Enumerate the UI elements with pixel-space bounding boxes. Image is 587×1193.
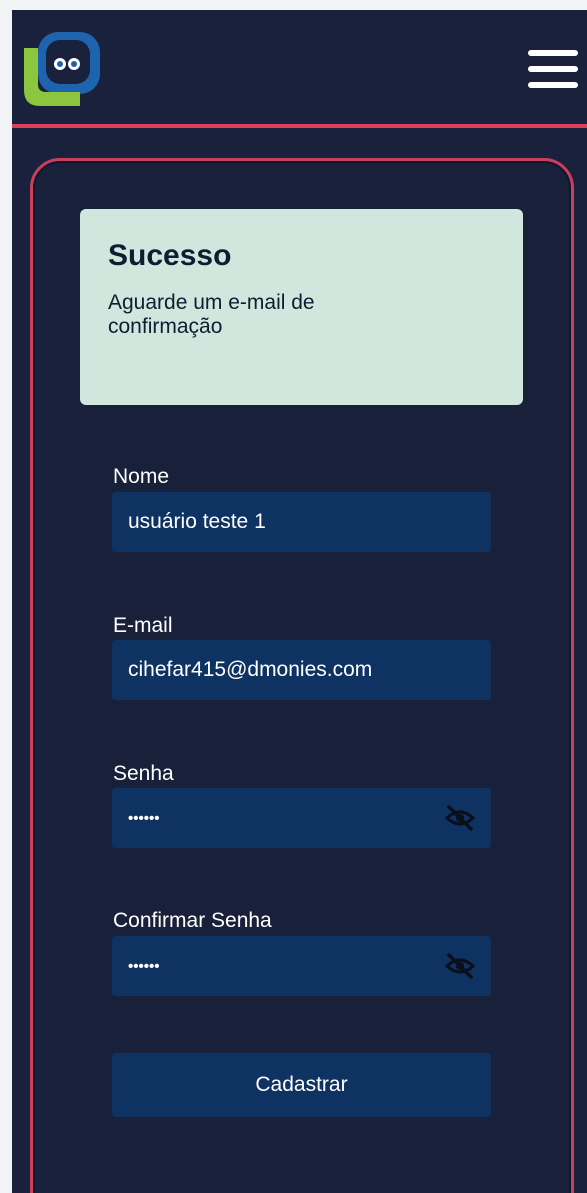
email-label: E-mail xyxy=(113,614,173,637)
name-value: usuário teste 1 xyxy=(128,510,266,533)
password-input[interactable]: •••••• xyxy=(112,788,491,848)
hamburger-menu-icon[interactable] xyxy=(526,50,580,94)
app-logo[interactable] xyxy=(20,30,104,110)
confirm-password-value: •••••• xyxy=(128,957,160,975)
screen: Sucesso Aguarde um e-mail de confirmação… xyxy=(12,10,587,1193)
eye-slash-icon[interactable] xyxy=(445,805,475,831)
email-value: cihefar415@dmonies.com xyxy=(128,658,373,681)
success-alert: Sucesso Aguarde um e-mail de confirmação xyxy=(80,209,523,405)
header-divider xyxy=(12,124,587,128)
email-input[interactable]: cihefar415@dmonies.com xyxy=(112,640,491,700)
name-input[interactable]: usuário teste 1 xyxy=(112,492,491,552)
menu-bar xyxy=(528,82,578,88)
register-button[interactable]: Cadastrar xyxy=(112,1053,491,1117)
menu-bar xyxy=(528,66,578,72)
confirm-password-label: Confirmar Senha xyxy=(113,909,272,932)
name-label: Nome xyxy=(113,465,170,488)
alert-title: Sucesso xyxy=(108,239,232,272)
header xyxy=(12,10,587,125)
password-label: Senha xyxy=(113,762,174,785)
eye-slash-icon[interactable] xyxy=(445,953,475,979)
menu-bar xyxy=(528,50,578,56)
password-value: •••••• xyxy=(128,809,160,827)
alert-message: Aguarde um e-mail de confirmação xyxy=(108,291,315,338)
confirm-password-input[interactable]: •••••• xyxy=(112,936,491,996)
